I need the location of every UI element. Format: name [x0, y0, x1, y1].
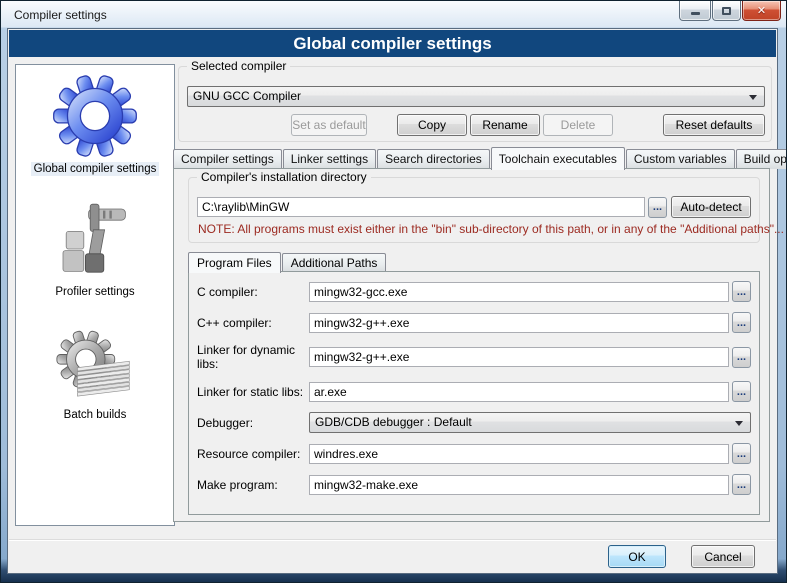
profiler-caliper-icon [55, 200, 135, 282]
field-label: Make program: [197, 478, 309, 492]
ok-button[interactable]: OK [608, 545, 666, 568]
footer: OK Cancel [608, 545, 755, 568]
maximize-button[interactable] [712, 1, 741, 21]
dialog-client-area: Global compiler settings [7, 28, 778, 574]
group-label: Selected compiler [187, 59, 290, 73]
field-label: Debugger: [197, 416, 309, 430]
titlebar[interactable]: Compiler settings ✕ [1, 1, 786, 28]
page-title: Global compiler settings [9, 30, 776, 57]
field-row-static-linker: Linker for static libs: ... [197, 381, 751, 402]
group-label: Compiler's installation directory [197, 170, 371, 184]
field-row-dynamic-linker: Linker for dynamic libs: ... [197, 343, 751, 371]
tab-custom-variables[interactable]: Custom variables [626, 149, 735, 169]
selected-compiler-group: Selected compiler GNU GCC Compiler Set a… [178, 66, 772, 142]
tab-linker-settings[interactable]: Linker settings [283, 149, 376, 169]
batch-builds-gear-icon [49, 327, 141, 405]
browse-resource-compiler-button[interactable]: ... [732, 443, 751, 464]
sidebar-item-label: Batch builds [61, 408, 130, 422]
field-row-debugger: Debugger: GDB/CDB debugger : Default [197, 412, 751, 433]
browse-directory-button[interactable]: ... [648, 197, 667, 218]
program-files-panel: C compiler: ... C++ compiler: ... Linker… [188, 271, 760, 515]
field-row-c-compiler: C compiler: ... [197, 281, 751, 302]
dropdown-arrow-icon [735, 421, 743, 426]
compiler-settings-window: Compiler settings ✕ Global compiler sett… [0, 0, 787, 583]
installation-directory-group: Compiler's installation directory ... Au… [188, 177, 760, 243]
field-label: Linker for static libs: [197, 385, 309, 399]
note-text: NOTE: All programs must exist either in … [198, 222, 784, 236]
field-label: C++ compiler: [197, 316, 309, 330]
c-compiler-input[interactable] [309, 282, 729, 302]
installation-directory-input[interactable] [197, 197, 645, 217]
browse-c-compiler-button[interactable]: ... [732, 281, 751, 302]
window-title: Compiler settings [14, 8, 107, 22]
sidebar-item-batch-builds[interactable]: Batch builds [16, 327, 174, 422]
reset-defaults-button[interactable]: Reset defaults [663, 114, 765, 136]
cpp-compiler-input[interactable] [309, 313, 729, 333]
sidebar: Global compiler settings Profiler settin… [15, 64, 175, 526]
tab-search-directories[interactable]: Search directories [377, 149, 490, 169]
tab-build-options[interactable]: Build options [736, 149, 787, 169]
sidebar-item-label: Profiler settings [52, 285, 137, 299]
maximize-icon [722, 7, 731, 15]
minimize-icon [691, 12, 700, 15]
tab-additional-paths[interactable]: Additional Paths [282, 253, 387, 272]
program-tabs: Program Files Additional Paths [188, 251, 387, 272]
sidebar-item-profiler-settings[interactable]: Profiler settings [16, 200, 174, 299]
set-as-default-button[interactable]: Set as default [291, 114, 367, 136]
close-button[interactable]: ✕ [742, 1, 781, 21]
browse-static-linker-button[interactable]: ... [732, 381, 751, 402]
tab-program-files[interactable]: Program Files [188, 252, 281, 273]
static-linker-input[interactable] [309, 382, 729, 402]
debugger-combobox[interactable]: GDB/CDB debugger : Default [309, 412, 751, 433]
make-program-input[interactable] [309, 475, 729, 495]
delete-button[interactable]: Delete [543, 114, 613, 136]
cancel-button[interactable]: Cancel [691, 545, 755, 568]
resource-compiler-input[interactable] [309, 444, 729, 464]
tab-toolchain-executables[interactable]: Toolchain executables [491, 147, 625, 170]
footer-separator [9, 539, 776, 541]
field-row-make-program: Make program: ... [197, 474, 751, 495]
main-tabs: Compiler settings Linker settings Search… [173, 146, 770, 169]
field-label: C compiler: [197, 285, 309, 299]
auto-detect-button[interactable]: Auto-detect [671, 196, 751, 218]
field-row-cpp-compiler: C++ compiler: ... [197, 312, 751, 333]
copy-button[interactable]: Copy [397, 114, 467, 136]
selected-compiler-combobox[interactable]: GNU GCC Compiler [187, 86, 765, 107]
field-label: Resource compiler: [197, 447, 309, 461]
toolchain-executables-panel: Compiler's installation directory ... Au… [173, 168, 770, 522]
tab-compiler-settings[interactable]: Compiler settings [173, 149, 282, 169]
field-row-resource-compiler: Resource compiler: ... [197, 443, 751, 464]
field-label: Linker for dynamic libs: [197, 343, 309, 371]
sidebar-item-global-compiler-settings[interactable]: Global compiler settings [16, 73, 174, 176]
rename-button[interactable]: Rename [470, 114, 540, 136]
window-controls: ✕ [678, 1, 781, 21]
browse-make-program-button[interactable]: ... [732, 474, 751, 495]
sidebar-item-label: Global compiler settings [31, 162, 160, 176]
close-icon: ✕ [757, 4, 766, 17]
dropdown-arrow-icon [749, 95, 757, 100]
blue-gear-icon [52, 73, 138, 159]
browse-cpp-compiler-button[interactable]: ... [732, 312, 751, 333]
compiler-action-buttons: Set as default Copy Rename Delete Reset … [187, 114, 765, 136]
dynamic-linker-input[interactable] [309, 347, 729, 367]
minimize-button[interactable] [679, 1, 711, 21]
browse-dynamic-linker-button[interactable]: ... [732, 347, 751, 368]
